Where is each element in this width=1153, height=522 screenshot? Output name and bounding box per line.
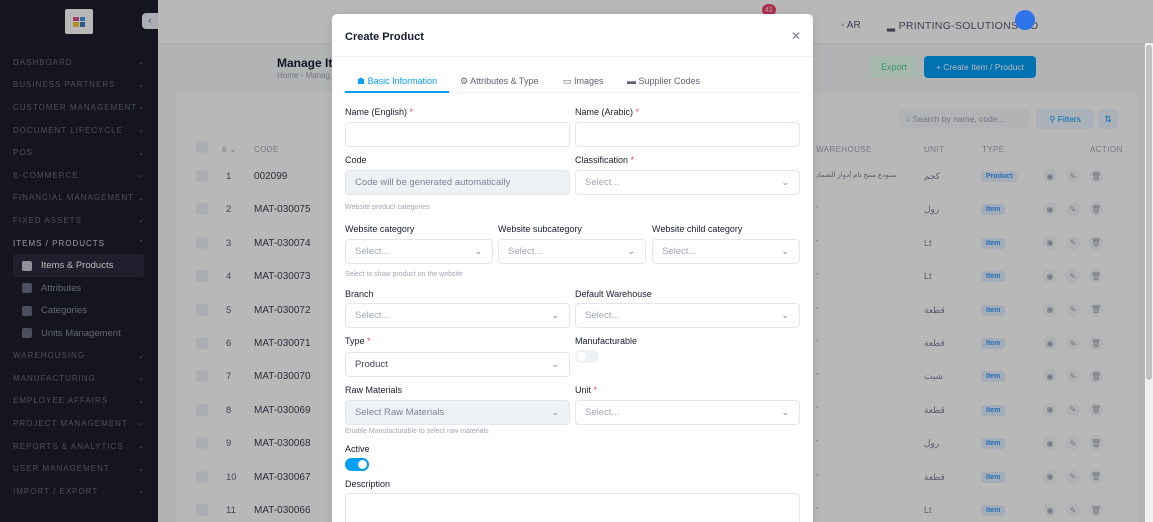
tab-images[interactable]: ▭ Images (563, 76, 604, 87)
web-child-category-label: Website child category (652, 224, 743, 234)
chevron-down-icon: ⌄ (551, 310, 559, 320)
tab-attributes-type[interactable]: ⚙ Attributes & Type (460, 76, 538, 87)
name-ar-label: Name (Arabic) * (575, 107, 640, 117)
raw-materials-hint: Enable Manufacturable to select raw mate… (345, 428, 489, 435)
name-ar-input[interactable] (575, 122, 800, 147)
raw-materials-select: Select Raw Materials ⌄ (345, 400, 570, 425)
web-child-category-select[interactable]: Select... ⌄ (652, 239, 800, 264)
name-en-input[interactable] (345, 122, 570, 147)
website-hint: Select to show product on the website (345, 271, 463, 278)
unit-select[interactable]: Select... ⌄ (575, 400, 800, 425)
classification-label: Classification * (575, 155, 635, 165)
classification-select[interactable]: Select... ⌄ (575, 170, 800, 195)
web-category-select[interactable]: Select... ⌄ (345, 239, 493, 264)
description-label: Description (345, 479, 391, 489)
manufacturable-toggle[interactable] (575, 350, 599, 363)
code-label: Code (345, 155, 367, 165)
default-warehouse-select[interactable]: Select... ⌄ (575, 303, 800, 328)
manufacturable-label: Manufacturable (575, 336, 638, 346)
active-tab-indicator (345, 91, 449, 93)
branch-select[interactable]: Select... ⌄ (345, 303, 570, 328)
modal-title: Create Product (345, 31, 424, 43)
barcode-icon: ▬ (627, 76, 639, 86)
building-icon: ▂ (887, 20, 899, 32)
unit-label: Unit * (575, 385, 598, 395)
active-label: Active (345, 444, 370, 454)
chevron-down-icon: ⌄ (551, 407, 559, 417)
type-label: Type * (345, 336, 371, 346)
active-toggle[interactable] (345, 458, 369, 471)
raw-materials-label: Raw Materials (345, 385, 403, 395)
chevron-down-icon: ⌄ (474, 246, 482, 256)
close-icon[interactable]: ✕ (791, 29, 801, 43)
branch-label: Branch (345, 289, 374, 299)
chevron-down-icon: ⌄ (551, 359, 559, 369)
page-scrollbar[interactable] (1145, 43, 1153, 522)
default-warehouse-label: Default Warehouse (575, 289, 652, 299)
modal-header-divider (332, 56, 813, 57)
info-icon: ☗ (357, 76, 368, 86)
name-en-label: Name (English) * (345, 107, 414, 117)
web-category-label: Website category (345, 224, 415, 234)
website-categories-hint: Website product categories (345, 204, 430, 211)
web-subcategory-label: Website subcategory (498, 224, 582, 234)
type-select[interactable]: Product ⌄ (345, 352, 570, 377)
chevron-down-icon: ⌄ (781, 407, 789, 417)
chevron-down-icon: ⌄ (781, 246, 789, 256)
create-product-modal: Create Product ✕ ☗ Basic Information ⚙ A… (332, 14, 813, 522)
image-icon: ▭ (563, 76, 575, 86)
attributes-icon: ⚙ (460, 76, 471, 86)
description-textarea[interactable] (345, 493, 800, 522)
chevron-down-icon: ⌄ (781, 310, 789, 320)
modal-tabs: ☗ Basic Information ⚙ Attributes & Type … (345, 71, 800, 93)
user-avatar[interactable] (1015, 10, 1035, 30)
language-switch[interactable]: ◦ AR (841, 20, 861, 31)
chevron-down-icon: ⌄ (781, 177, 789, 187)
web-subcategory-select[interactable]: Select... ⌄ (498, 239, 646, 264)
chevron-down-icon: ⌄ (627, 246, 635, 256)
tab-basic-information[interactable]: ☗ Basic Information (357, 76, 437, 87)
code-input: Code will be generated automatically (345, 170, 570, 195)
tab-supplier-codes[interactable]: ▬ Supplier Codes (627, 76, 700, 86)
